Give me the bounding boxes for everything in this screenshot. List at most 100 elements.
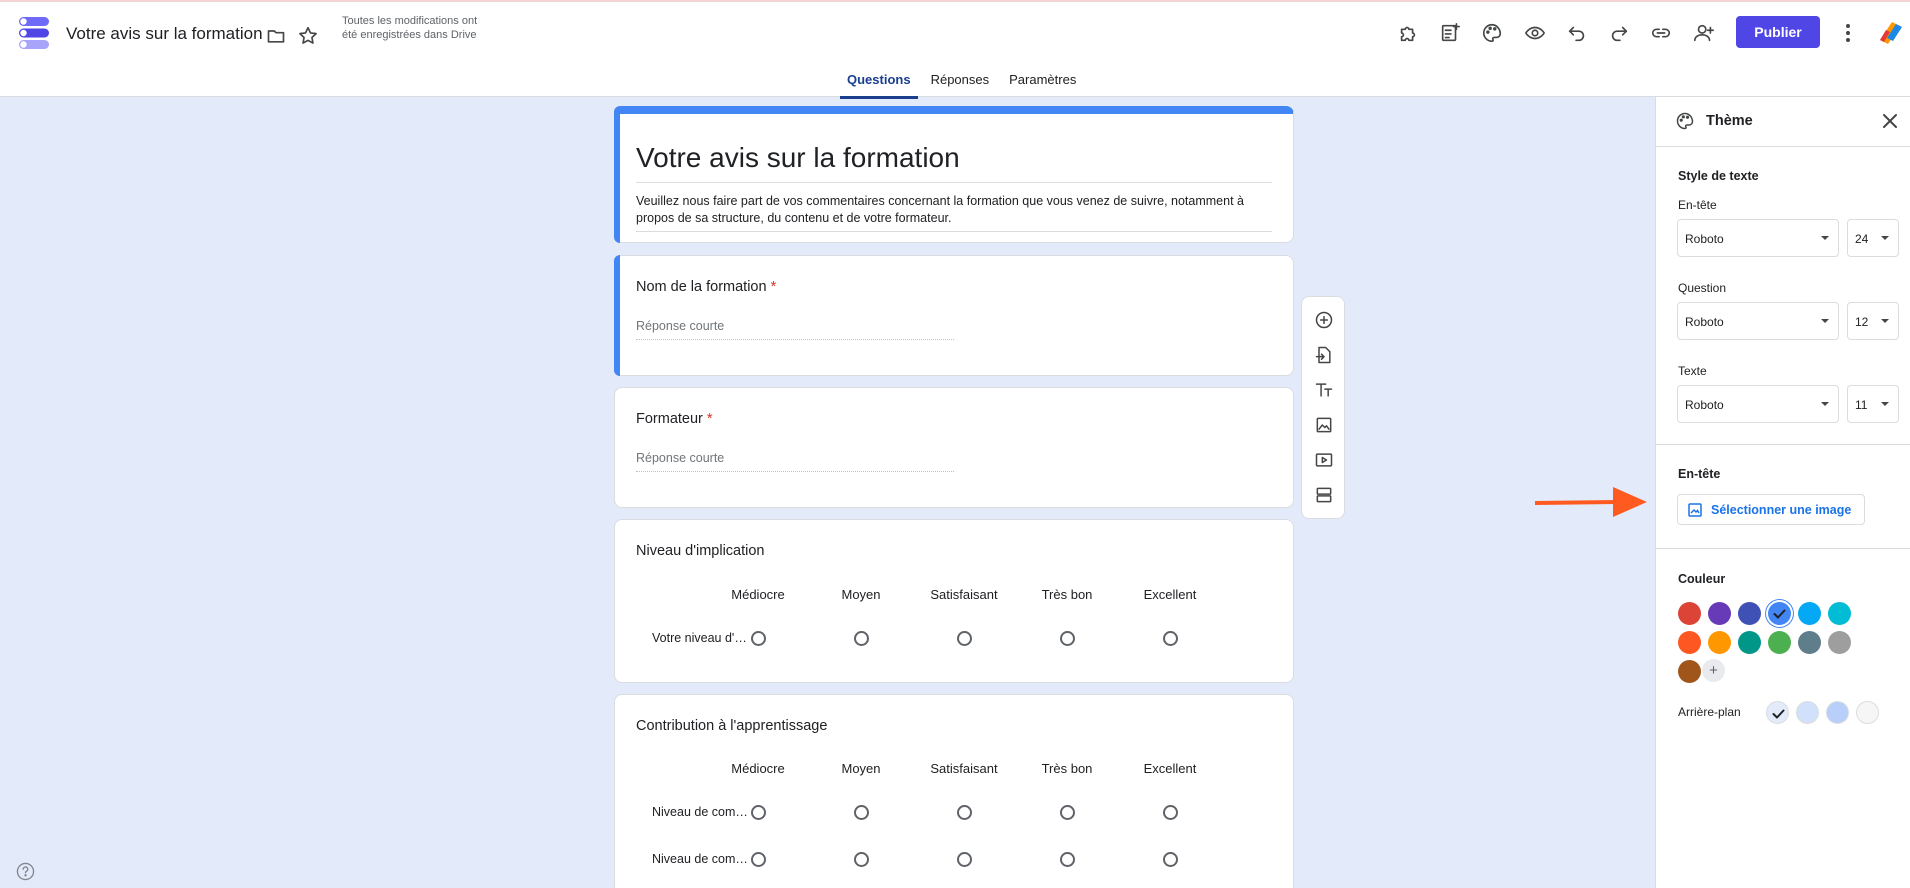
color-swatch[interactable] [1828, 631, 1851, 654]
copy-link-button[interactable] [1649, 21, 1673, 45]
grid-column-label: Moyen [841, 761, 881, 776]
grid-radio[interactable] [1060, 852, 1075, 867]
background-label: Arrière-plan [1678, 705, 1741, 719]
grid-radio[interactable] [751, 805, 766, 820]
grid-radio[interactable] [751, 852, 766, 867]
redo-icon [1611, 26, 1628, 42]
help-icon[interactable] [16, 862, 35, 881]
grid-radio[interactable] [854, 852, 869, 867]
publish-button[interactable]: Publier [1736, 16, 1820, 48]
header-size-select[interactable]: 24 [1847, 219, 1899, 257]
grid-radio[interactable] [1163, 805, 1178, 820]
color-swatch[interactable] [1678, 660, 1701, 683]
customize-theme-button[interactable] [1480, 21, 1504, 45]
grid-column-label: Médiocre [731, 587, 785, 602]
addons-button[interactable] [1396, 21, 1420, 45]
tab-settings[interactable]: Paramètres [1002, 62, 1083, 99]
caret-down-icon [1881, 236, 1889, 240]
section-icon [1316, 487, 1332, 503]
header-font-select[interactable]: Roboto [1677, 219, 1839, 257]
color-swatch[interactable] [1768, 602, 1791, 625]
grid-radio[interactable] [1060, 631, 1075, 646]
add-custom-color-button[interactable]: + [1702, 659, 1725, 682]
background-swatch[interactable] [1856, 701, 1879, 724]
grid-radio[interactable] [1163, 852, 1178, 867]
divider [1656, 444, 1910, 445]
color-swatch[interactable] [1678, 631, 1701, 654]
folder-icon[interactable] [266, 26, 286, 46]
divider [1656, 548, 1910, 549]
forms-app-logo[interactable] [19, 17, 49, 49]
add-question-button[interactable] [1312, 308, 1336, 332]
add-collaborator-button[interactable] [1692, 21, 1716, 45]
selected-value: 12 [1855, 315, 1869, 329]
grid-radio[interactable] [957, 852, 972, 867]
import-questions-button[interactable] [1312, 343, 1336, 367]
select-image-button[interactable]: Sélectionner une image [1677, 494, 1865, 525]
add-sheet-button[interactable] [1438, 21, 1462, 45]
question-title: Formateur * [636, 411, 713, 427]
grid-radio[interactable] [957, 805, 972, 820]
grid-radio[interactable] [957, 631, 972, 646]
header-image-heading: En-tête [1678, 467, 1721, 481]
text-style-heading: Style de texte [1678, 169, 1759, 183]
question-title-text: Formateur [636, 411, 703, 427]
question-font-select[interactable]: Roboto [1677, 302, 1839, 340]
add-section-button[interactable] [1312, 483, 1336, 507]
grid-radio[interactable] [751, 631, 766, 646]
color-swatch[interactable] [1828, 602, 1851, 625]
add-video-button[interactable] [1312, 448, 1336, 472]
form-title-card[interactable]: Votre avis sur la formation Veuillez nou… [614, 106, 1294, 243]
caret-down-icon [1881, 319, 1889, 323]
color-swatch[interactable] [1738, 602, 1761, 625]
tab-questions[interactable]: Questions [840, 62, 918, 99]
form-description[interactable]: Veuillez nous faire part de vos commenta… [636, 193, 1272, 232]
color-swatch[interactable] [1708, 631, 1731, 654]
background-swatch[interactable] [1826, 701, 1849, 724]
grid-radio[interactable] [1163, 631, 1178, 646]
selected-value: Roboto [1685, 315, 1724, 329]
grid-radio[interactable] [1060, 805, 1075, 820]
question-card-trainer[interactable]: Formateur * Réponse courte [614, 387, 1294, 508]
text-font-select[interactable]: Roboto [1677, 385, 1839, 423]
question-card-learning-contribution[interactable]: Contribution à l'apprentissage Médiocre … [614, 694, 1294, 888]
document-title[interactable]: Votre avis sur la formation [66, 24, 263, 44]
more-options-icon[interactable] [1838, 22, 1858, 44]
grid-column-label: Médiocre [731, 761, 785, 776]
redo-button[interactable] [1607, 21, 1631, 45]
color-swatch[interactable] [1678, 602, 1701, 625]
grid-column-label: Satisfaisant [930, 761, 998, 776]
link-icon [1651, 28, 1671, 38]
add-title-button[interactable] [1312, 378, 1336, 402]
grid-radio[interactable] [854, 805, 869, 820]
side-toolbar [1301, 296, 1345, 519]
color-swatch[interactable] [1738, 631, 1761, 654]
close-icon[interactable] [1881, 112, 1899, 130]
tab-responses[interactable]: Réponses [924, 62, 997, 99]
title-text-icon [1315, 383, 1333, 397]
color-swatch[interactable] [1798, 602, 1821, 625]
save-status: Toutes les modifications ont été enregis… [342, 15, 478, 41]
color-swatch[interactable] [1708, 602, 1731, 625]
add-image-button[interactable] [1312, 413, 1336, 437]
background-swatch[interactable] [1766, 701, 1789, 724]
grid-header: Médiocre Moyen Satisfaisant Très bon Exc… [615, 587, 1295, 607]
grid-column-label: Très bon [1041, 587, 1093, 602]
color-swatch[interactable] [1798, 631, 1821, 654]
color-swatch[interactable] [1768, 631, 1791, 654]
background-swatch[interactable] [1796, 701, 1819, 724]
star-icon[interactable] [297, 25, 319, 47]
question-size-select[interactable]: 12 [1847, 302, 1899, 340]
caret-down-icon [1881, 402, 1889, 406]
palette-icon [1483, 23, 1502, 43]
question-card-involvement[interactable]: Niveau d'implication Médiocre Moyen Sati… [614, 519, 1294, 683]
grid-row-label: Niveau de compétence avant [652, 805, 749, 819]
form-title[interactable]: Votre avis sur la formation [636, 142, 1272, 183]
undo-button[interactable] [1565, 21, 1589, 45]
question-card-course-name[interactable]: Nom de la formation * Réponse courte [614, 255, 1294, 376]
grid-radio[interactable] [854, 631, 869, 646]
selected-value: Roboto [1685, 398, 1724, 412]
text-size-select[interactable]: 11 [1847, 385, 1899, 423]
video-icon [1315, 453, 1333, 467]
preview-button[interactable] [1523, 21, 1547, 45]
